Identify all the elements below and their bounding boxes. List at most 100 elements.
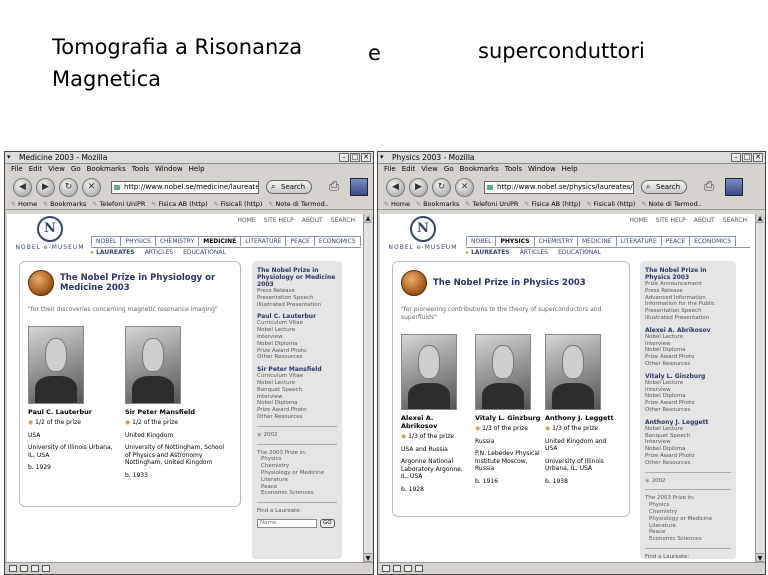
sidebar-link[interactable]: Banquet Speech bbox=[645, 433, 731, 440]
previous-year-link[interactable]: 2002 bbox=[645, 478, 731, 485]
bookmark-home[interactable]: Home bbox=[384, 199, 410, 209]
field-link[interactable]: Physics bbox=[257, 456, 337, 463]
mail-icon[interactable] bbox=[9, 564, 17, 572]
sidebar-link[interactable]: Nobel Lecture bbox=[257, 327, 337, 334]
mail-icon[interactable] bbox=[382, 564, 390, 572]
sidebar-link[interactable]: Interview bbox=[645, 387, 731, 394]
sidebar-link[interactable]: Interview bbox=[257, 334, 337, 341]
sidebar-link[interactable]: Presentation Speech bbox=[645, 308, 731, 315]
search-button[interactable]: Search bbox=[641, 180, 688, 194]
scroll-up-icon[interactable]: ▲ bbox=[364, 214, 372, 223]
menu-bookmarks[interactable]: Bookmarks bbox=[87, 164, 126, 175]
sidebar-laureate-heading[interactable]: Anthony J. Leggett bbox=[645, 419, 731, 426]
menu-bookmarks[interactable]: Bookmarks bbox=[460, 164, 499, 175]
menu-window[interactable]: Window bbox=[155, 164, 183, 175]
window-titlebar[interactable]: ▾ Medicine 2003 - Mozilla – □ ✕ bbox=[5, 152, 373, 164]
sidebar-link[interactable]: Other Resources bbox=[645, 361, 731, 368]
nobel-logo[interactable]: N NOBEL e-MUSEUM bbox=[15, 216, 85, 251]
close-button[interactable]: ✕ bbox=[753, 153, 763, 162]
field-link[interactable]: Peace bbox=[645, 529, 731, 536]
stop-icon[interactable]: ✕ bbox=[82, 177, 101, 197]
tab-nobel[interactable]: NOBEL bbox=[466, 236, 497, 246]
sidebar-link[interactable]: Illustrated Presentation bbox=[645, 315, 731, 322]
bookmark-note-termod[interactable]: Note di Termod.. bbox=[641, 199, 701, 209]
menu-edit[interactable]: Edit bbox=[402, 164, 416, 175]
sidebar-link[interactable]: Prize Award Photo bbox=[645, 453, 731, 460]
tab-literature[interactable]: LITERATURE bbox=[615, 236, 662, 246]
bookmark-note-termod[interactable]: Note di Termod.. bbox=[268, 199, 328, 209]
field-link[interactable]: Physiology or Medicine bbox=[645, 516, 731, 523]
menu-tools[interactable]: Tools bbox=[505, 164, 522, 175]
sidebar-link[interactable]: Interview bbox=[645, 341, 731, 348]
sidebar-link[interactable]: Interview bbox=[645, 439, 731, 446]
laureate-photo[interactable] bbox=[125, 326, 181, 404]
composer-icon[interactable] bbox=[20, 564, 28, 572]
sidebar-link[interactable]: Banquet Speech bbox=[257, 387, 337, 394]
back-icon[interactable]: ◀ bbox=[13, 177, 32, 197]
sidebar-link[interactable]: Nobel Diploma bbox=[645, 446, 731, 453]
print-icon[interactable]: ⎙ bbox=[324, 178, 344, 196]
sidebar-link[interactable]: Prize Announcement bbox=[645, 281, 731, 288]
menu-view[interactable]: View bbox=[421, 164, 438, 175]
tab-peace[interactable]: PEACE bbox=[660, 236, 691, 246]
sidebar-link[interactable]: Other Resources bbox=[257, 354, 337, 361]
sidebar-link[interactable]: Prize Award Photo bbox=[645, 400, 731, 407]
nav-about-link[interactable]: ABOUT bbox=[694, 217, 715, 224]
reload-icon[interactable]: ↻ bbox=[59, 177, 78, 197]
bookmark-fisicali[interactable]: Fisicali (http) bbox=[587, 199, 636, 209]
url-field[interactable]: http://www.nobel.se/physics/laureates/20… bbox=[484, 180, 634, 194]
sidebar-link[interactable]: Nobel Lecture bbox=[645, 334, 731, 341]
tab-medicine[interactable]: MEDICINE bbox=[577, 236, 617, 246]
address-book-icon[interactable] bbox=[415, 564, 423, 572]
print-icon[interactable]: ⎙ bbox=[699, 178, 719, 196]
nav-site-help-link[interactable]: SITE HELP bbox=[264, 217, 294, 224]
close-button[interactable]: ✕ bbox=[361, 153, 371, 162]
laureate-name[interactable]: Sir Peter Mansfield bbox=[125, 408, 229, 416]
subnav-educational[interactable]: EDUCATIONAL bbox=[183, 249, 226, 256]
composer-icon[interactable] bbox=[393, 564, 401, 572]
sidebar-laureate-heading[interactable]: Sir Peter Mansfield bbox=[257, 366, 337, 373]
forward-icon[interactable]: ▶ bbox=[409, 177, 428, 197]
tab-economics[interactable]: ECONOMICS bbox=[313, 236, 361, 246]
sidebar-link[interactable]: Curriculum Vitae bbox=[257, 320, 337, 327]
maximize-button[interactable]: □ bbox=[350, 153, 360, 162]
bookmark-bookmarks[interactable]: Bookmarks bbox=[416, 199, 459, 209]
sidebar-link[interactable]: Prize Award Photo bbox=[257, 348, 337, 355]
field-link[interactable]: Literature bbox=[257, 477, 337, 484]
menu-go[interactable]: Go bbox=[71, 164, 81, 175]
minimize-button[interactable]: – bbox=[339, 153, 349, 162]
sidebar-laureate-heading[interactable]: Vitaly L. Ginzburg bbox=[645, 373, 731, 380]
menu-view[interactable]: View bbox=[48, 164, 65, 175]
bookmark-bookmarks[interactable]: Bookmarks bbox=[43, 199, 86, 209]
sidebar-link[interactable]: Interview bbox=[257, 394, 337, 401]
tab-chemistry[interactable]: CHEMISTRY bbox=[154, 236, 200, 246]
laureate-photo[interactable] bbox=[545, 334, 601, 410]
tab-physics[interactable]: PHYSICS bbox=[120, 236, 156, 246]
sidebar-link[interactable]: Nobel Diploma bbox=[645, 347, 731, 354]
tab-chemistry[interactable]: CHEMISTRY bbox=[533, 236, 578, 246]
subnav-articles[interactable]: ARTICLES bbox=[145, 249, 173, 256]
menu-file[interactable]: File bbox=[384, 164, 396, 175]
sidebar-link[interactable]: Other Resources bbox=[645, 407, 731, 414]
reload-icon[interactable]: ↻ bbox=[432, 177, 451, 197]
subnav-laureates[interactable]: LAUREATES bbox=[91, 249, 135, 256]
bookmark-fisicali[interactable]: Fisicali (http) bbox=[214, 199, 263, 209]
menu-go[interactable]: Go bbox=[444, 164, 454, 175]
menu-window[interactable]: Window bbox=[528, 164, 556, 175]
laureate-name[interactable]: Vitaly L. Ginzburg bbox=[475, 414, 541, 422]
laureate-name-input[interactable]: Name bbox=[257, 518, 317, 528]
maximize-button[interactable]: □ bbox=[742, 153, 752, 162]
sidebar-link[interactable]: Information for the Public bbox=[645, 301, 731, 308]
bookmark-telefoni[interactable]: Telefoni UniPR bbox=[92, 199, 145, 209]
tab-physics[interactable]: PHYSICS bbox=[495, 236, 535, 246]
go-button[interactable]: GO bbox=[320, 518, 335, 528]
field-link[interactable]: Physiology or Medicine bbox=[257, 470, 337, 477]
tab-economics[interactable]: ECONOMICS bbox=[689, 236, 737, 246]
window-titlebar[interactable]: ▾ Physics 2003 - Mozilla – □ ✕ bbox=[378, 152, 765, 164]
bookmark-fisica-ab[interactable]: Fisica AB (http) bbox=[151, 199, 207, 209]
nav-home-link[interactable]: HOME bbox=[629, 217, 647, 224]
field-link[interactable]: Economic Sciences bbox=[645, 536, 731, 543]
scroll-down-icon[interactable]: ▼ bbox=[364, 553, 372, 562]
nav-about-link[interactable]: ABOUT bbox=[302, 217, 323, 224]
scroll-down-icon[interactable]: ▼ bbox=[756, 553, 764, 562]
